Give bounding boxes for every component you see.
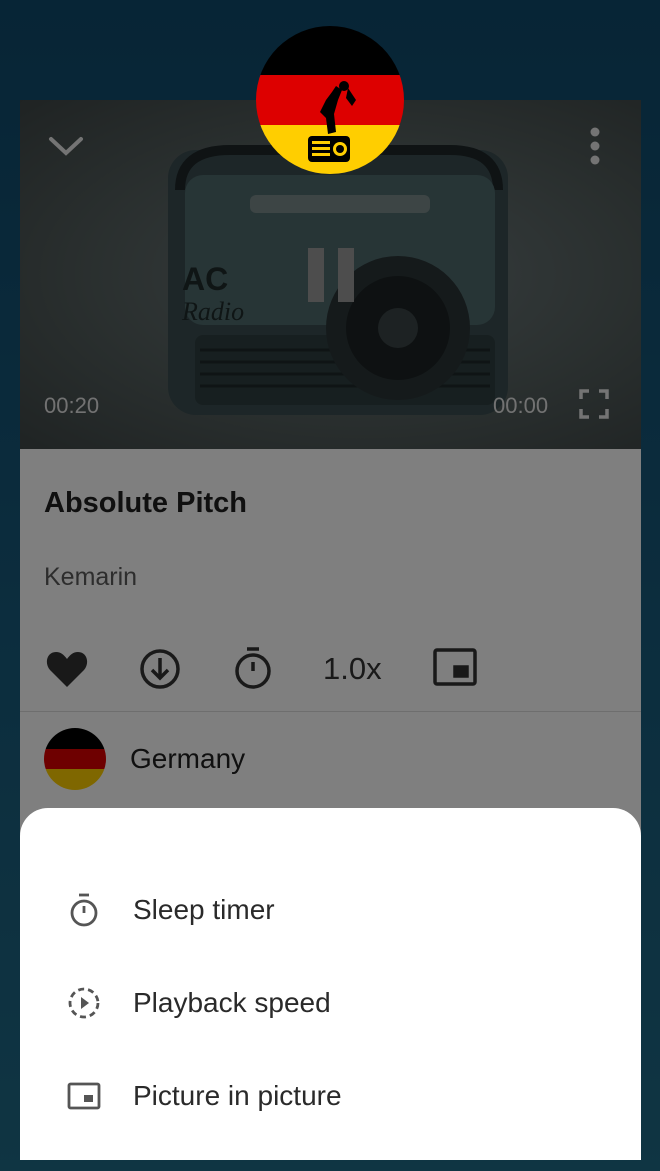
- options-bottom-sheet: Sleep timer Playback speed Picture in pi…: [20, 808, 641, 1160]
- menu-item-label: Picture in picture: [133, 1080, 342, 1111]
- menu-item-sleep-timer[interactable]: Sleep timer: [20, 865, 641, 955]
- menu-item-picture-in-picture[interactable]: Picture in picture: [20, 1051, 641, 1141]
- app-logo: [256, 26, 404, 174]
- picture-in-picture-icon: [67, 1082, 101, 1110]
- timer-icon: [70, 893, 98, 927]
- menu-item-playback-speed[interactable]: Playback speed: [20, 958, 641, 1048]
- menu-item-label: Sleep timer: [133, 894, 275, 925]
- menu-item-label: Playback speed: [133, 987, 331, 1018]
- playback-speed-icon: [68, 987, 100, 1019]
- saxophone-radio-icon: [308, 81, 356, 162]
